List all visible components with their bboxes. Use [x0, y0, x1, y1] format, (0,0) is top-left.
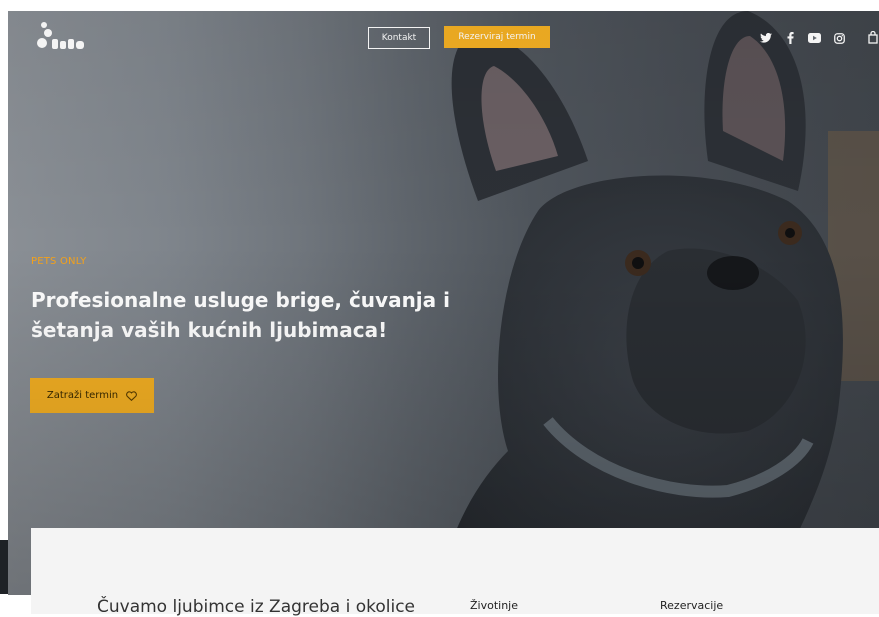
twitter-icon[interactable]	[759, 31, 773, 45]
hero-eyebrow: PETS ONLY	[31, 256, 87, 267]
intro-title: Čuvamo ljubimce iz Zagreba i okolice	[97, 597, 416, 617]
page-edge-shadow	[0, 540, 8, 594]
cta-label: Zatraži termin	[46, 390, 119, 401]
bag-icon[interactable]	[866, 30, 879, 44]
hero-dog-image	[438, 11, 879, 595]
heart-paw-icon	[126, 390, 137, 401]
hero-headline: Profesionalne usluge brige, čuvanja i še…	[31, 288, 450, 342]
instagram-icon[interactable]	[832, 31, 846, 45]
reservations-column-title[interactable]: Rezervacije	[660, 599, 723, 612]
hero-section: Kontakt Rezerviraj termin PETS ONLY Prof…	[8, 11, 879, 595]
youtube-icon[interactable]	[807, 31, 821, 45]
facebook-icon[interactable]	[783, 31, 797, 45]
animals-column-title[interactable]: Životinje	[470, 599, 518, 612]
request-appointment-button[interactable]: Zatraži termin	[30, 378, 154, 413]
brand-logo[interactable]	[32, 19, 92, 55]
book-appointment-button[interactable]: Rezerviraj termin	[444, 26, 550, 48]
contact-button[interactable]: Kontakt	[368, 27, 430, 49]
